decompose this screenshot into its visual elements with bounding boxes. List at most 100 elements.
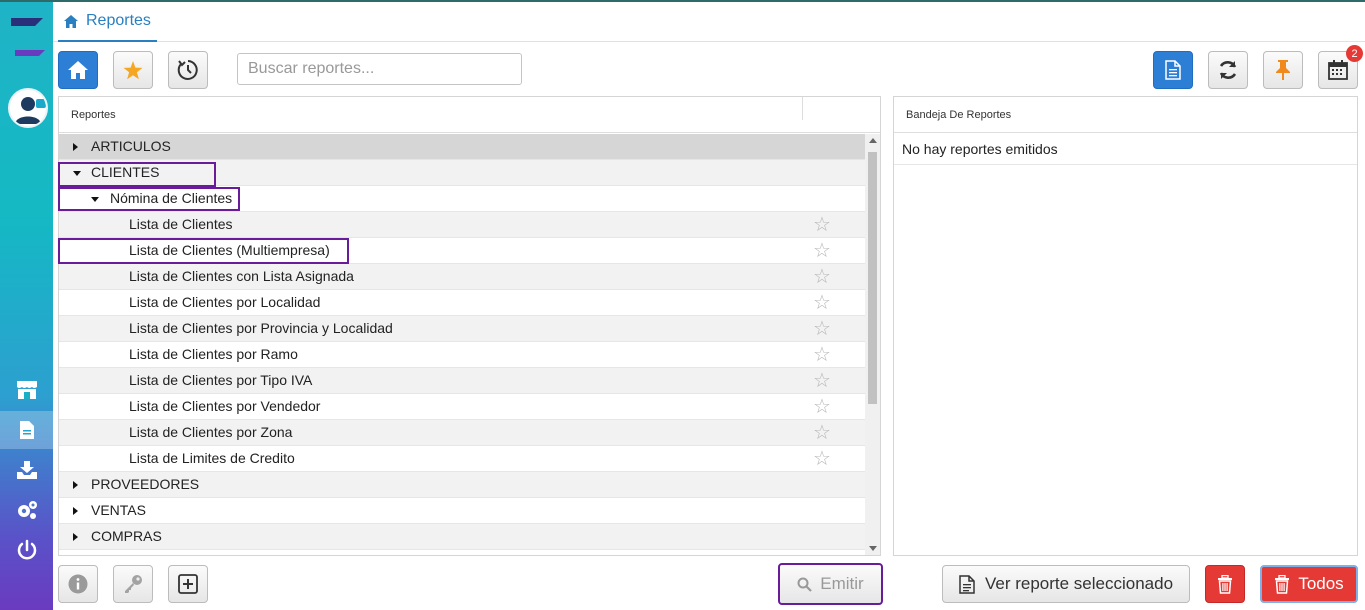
document-icon	[959, 574, 975, 594]
sidebar-item-reports[interactable]	[0, 411, 53, 449]
trash-icon	[1275, 574, 1290, 594]
home-icon	[68, 61, 88, 79]
history-button[interactable]	[168, 51, 208, 89]
tree-row[interactable]: Lista de Clientes por Vendedor ☆	[59, 394, 865, 420]
favorites-button[interactable]	[113, 51, 153, 89]
pin-button[interactable]	[1263, 51, 1303, 89]
emitir-label: Emitir	[820, 574, 864, 593]
tree-row-label: Lista de Clientes por Zona	[129, 424, 293, 440]
inbox-download-icon	[16, 461, 37, 479]
tree-row[interactable]: COMPRAS	[59, 524, 865, 550]
favorite-star-icon[interactable]: ☆	[813, 319, 831, 339]
tree-row[interactable]: PROVEEDORES	[59, 472, 865, 498]
notification-badge: 2	[1346, 45, 1363, 62]
delete-all-button[interactable]: Todos	[1260, 565, 1358, 603]
reports-view-button[interactable]	[1153, 51, 1193, 89]
tree-row[interactable]: Lista de Clientes ☆	[59, 212, 865, 238]
tree-row-label: Lista de Clientes por Provincia y Locali…	[129, 320, 393, 336]
highlight-box	[58, 162, 216, 187]
tree-row-label: PROVEEDORES	[91, 476, 200, 492]
sidebar-item-settings[interactable]	[0, 491, 53, 529]
tab-reportes[interactable]: Reportes	[58, 2, 157, 42]
sidebar	[0, 2, 53, 610]
tab-label: Reportes	[86, 12, 151, 29]
favorite-star-icon[interactable]: ☆	[813, 449, 831, 469]
empty-state-text: No hay reportes emitidos	[894, 133, 1357, 165]
tree-row[interactable]: Lista de Clientes por Zona ☆	[59, 420, 865, 446]
report-tray-header: Bandeja De Reportes	[894, 97, 1357, 133]
tree-row-label: COMPRAS	[91, 528, 162, 544]
tree-row[interactable]: Lista de Limites de Credito ☆	[59, 446, 865, 472]
delete-button[interactable]	[1205, 565, 1245, 603]
calendar-icon	[1328, 60, 1348, 80]
key-button[interactable]	[113, 565, 153, 603]
favorite-star-icon[interactable]: ☆	[813, 371, 831, 391]
tree-row[interactable]: Lista de Clientes por Provincia y Locali…	[59, 316, 865, 342]
favorite-star-icon[interactable]: ☆	[813, 241, 831, 261]
report-tray-panel: Bandeja De Reportes No hay reportes emit…	[893, 96, 1358, 556]
sidebar-item-store[interactable]	[0, 371, 53, 409]
document-icon	[1165, 60, 1181, 80]
favorite-star-icon[interactable]: ☆	[813, 267, 831, 287]
sidebar-item-logout[interactable]	[0, 531, 53, 569]
tree-row-label: Lista de Clientes por Ramo	[129, 346, 298, 362]
refresh-button[interactable]	[1208, 51, 1248, 89]
tree-scrollbar[interactable]	[865, 134, 880, 555]
favorite-star-icon[interactable]: ☆	[813, 397, 831, 417]
caret-right-icon[interactable]	[73, 481, 78, 489]
ver-reporte-button[interactable]: Ver reporte seleccionado	[942, 565, 1190, 603]
scroll-up-icon[interactable]	[869, 138, 877, 143]
caret-right-icon[interactable]	[73, 143, 78, 151]
tree-row-label: Lista de Clientes por Vendedor	[129, 398, 321, 414]
scroll-down-icon[interactable]	[869, 546, 877, 551]
add-button[interactable]	[168, 565, 208, 603]
history-icon	[177, 60, 198, 80]
reports-panel-header: Reportes	[59, 97, 880, 133]
star-icon	[123, 60, 143, 79]
tree-row[interactable]: Lista de Clientes por Localidad ☆	[59, 290, 865, 316]
tree-row-label: Lista de Clientes con Lista Asignada	[129, 268, 354, 284]
plus-square-icon	[178, 574, 198, 594]
user-icon	[15, 97, 41, 124]
tree-row-label: Lista de Clientes por Localidad	[129, 294, 321, 310]
search-input[interactable]	[237, 53, 522, 85]
scroll-thumb[interactable]	[868, 152, 877, 404]
tree-row[interactable]: Lista de Clientes por Tipo IVA ☆	[59, 368, 865, 394]
favorite-star-icon[interactable]: ☆	[813, 293, 831, 313]
sidebar-item-download[interactable]	[0, 451, 53, 489]
tree-row[interactable]: Lista de Clientes por Ramo ☆	[59, 342, 865, 368]
ver-reporte-label: Ver reporte seleccionado	[984, 574, 1174, 593]
info-button[interactable]	[58, 565, 98, 603]
home-button[interactable]	[58, 51, 98, 89]
search-icon	[797, 577, 813, 592]
tree-row[interactable]: VENTAS	[59, 498, 865, 524]
favorite-star-icon[interactable]: ☆	[813, 423, 831, 443]
favorite-star-icon[interactable]: ☆	[813, 345, 831, 365]
report-tray-title: Bandeja De Reportes	[906, 108, 1012, 121]
key-icon	[125, 575, 142, 593]
caret-right-icon[interactable]	[73, 507, 78, 515]
home-icon	[64, 14, 78, 28]
tree-row-label: ARTICULOS	[91, 138, 171, 154]
reports-panel-title: Reportes	[71, 108, 116, 121]
highlight-box	[58, 238, 349, 264]
tree-row-label: Lista de Clientes	[129, 216, 233, 232]
caret-right-icon[interactable]	[73, 533, 78, 541]
trash-icon	[1218, 574, 1232, 594]
tab-bar: Reportes	[53, 2, 1365, 42]
favorite-star-icon[interactable]: ☆	[813, 215, 831, 235]
gears-icon	[17, 501, 37, 519]
highlight-box	[58, 187, 240, 211]
header-divider	[802, 97, 803, 120]
tree-row-label: VENTAS	[91, 502, 146, 518]
user-avatar[interactable]	[8, 88, 48, 128]
tree-row-label: Lista de Clientes por Tipo IVA	[129, 372, 313, 388]
power-icon	[17, 539, 36, 560]
app-logo[interactable]	[5, 12, 49, 58]
calendar-button[interactable]: 2	[1318, 45, 1363, 89]
tree-row-label: Lista de Limites de Credito	[129, 450, 295, 466]
tree-row[interactable]: ARTICULOS	[59, 134, 865, 160]
emitir-button[interactable]: Emitir	[778, 563, 883, 605]
tree-row[interactable]: Lista de Clientes con Lista Asignada ☆	[59, 264, 865, 290]
delete-all-label: Todos	[1298, 574, 1344, 593]
